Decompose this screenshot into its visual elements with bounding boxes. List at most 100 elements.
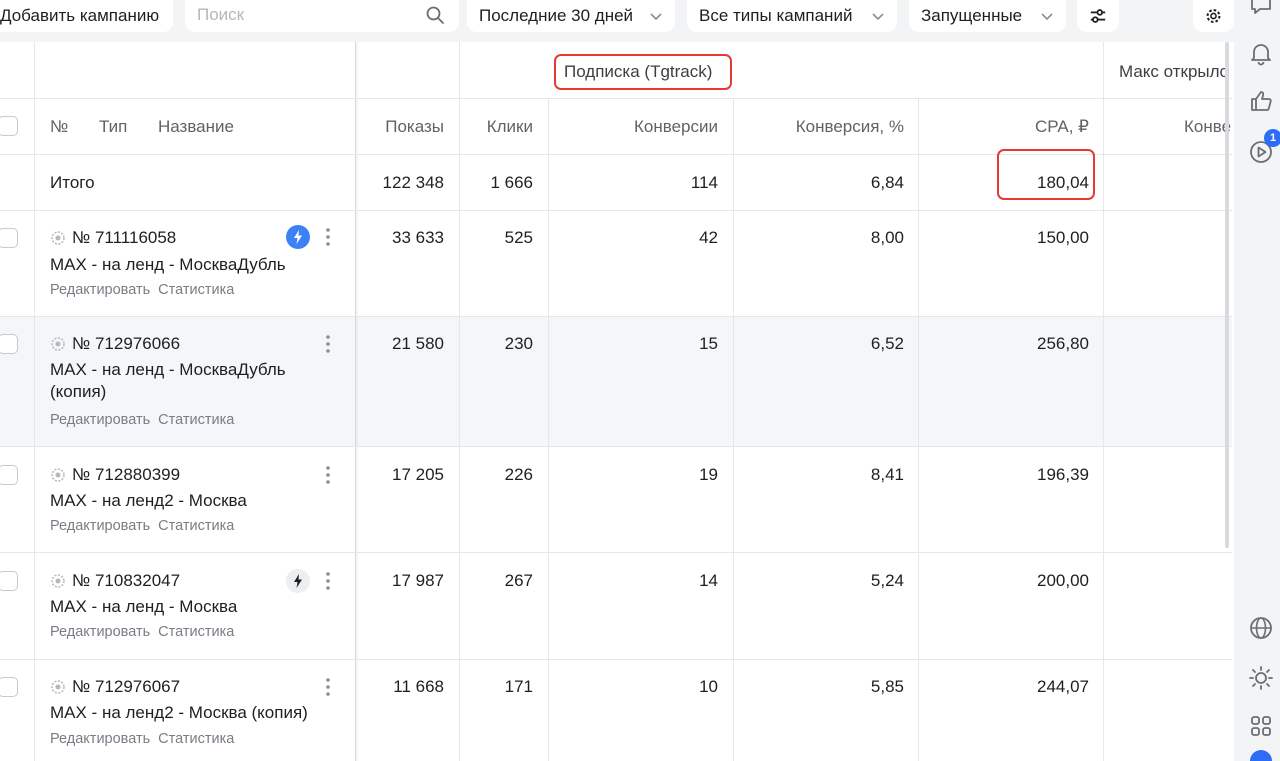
column-header-cpa[interactable]: CPA, ₽ bbox=[919, 117, 1089, 137]
impressions-value: 17 987 bbox=[392, 571, 444, 590]
edit-link[interactable]: Редактировать bbox=[50, 624, 150, 640]
stats-link[interactable]: Статистика bbox=[158, 518, 234, 534]
filter-settings-button[interactable] bbox=[1077, 0, 1119, 32]
cpa-value: 150,00 bbox=[1037, 228, 1089, 247]
row-checkbox[interactable] bbox=[0, 228, 18, 248]
gear-icon bbox=[1206, 9, 1221, 23]
stats-link[interactable]: Статистика bbox=[158, 412, 234, 428]
sliders-icon bbox=[1090, 9, 1106, 23]
notification-badge: 1 bbox=[1264, 129, 1280, 147]
campaign-id[interactable]: № 712880399 bbox=[50, 465, 180, 485]
column-header-impressions[interactable]: Показы bbox=[359, 117, 444, 137]
total-impressions: 122 348 bbox=[382, 173, 444, 192]
search-placeholder: Поиск bbox=[197, 5, 245, 24]
conversion-rate-value: 5,24 bbox=[870, 571, 904, 590]
campaign-name[interactable]: MAX - на ленд2 - Москва bbox=[50, 490, 340, 512]
highlight-box-group-header bbox=[554, 54, 732, 90]
conversions-value: 19 bbox=[699, 465, 718, 484]
settings-button[interactable] bbox=[1193, 0, 1234, 32]
column-header-number[interactable]: № bbox=[50, 117, 68, 137]
campaign-name[interactable]: MAX - на ленд2 - Москва (копия) bbox=[50, 702, 340, 724]
chevron-down-icon bbox=[872, 13, 884, 21]
highlight-box-total-cpa bbox=[997, 149, 1095, 200]
campaign-name[interactable]: MAX - на ленд - МоскваДубль (копия) bbox=[50, 359, 310, 403]
clicks-value: 230 bbox=[504, 334, 533, 353]
globe-icon[interactable] bbox=[1248, 615, 1274, 641]
stats-link[interactable]: Статистика bbox=[158, 282, 234, 298]
campaign-name[interactable]: MAX - на ленд - Москва bbox=[50, 596, 340, 618]
campaign-name[interactable]: MAX - на ленд - МоскваДубль bbox=[50, 254, 340, 276]
campaign-id[interactable]: № 711116058 bbox=[50, 228, 176, 248]
stats-link[interactable]: Статистика bbox=[158, 624, 234, 640]
cpa-value: 196,39 bbox=[1037, 465, 1089, 484]
row-checkbox[interactable] bbox=[0, 677, 18, 697]
like-icon[interactable] bbox=[1248, 88, 1274, 114]
clicks-value: 525 bbox=[504, 228, 533, 247]
row-checkbox[interactable] bbox=[0, 465, 18, 485]
target-icon bbox=[51, 468, 65, 482]
right-sidebar bbox=[1234, 0, 1280, 761]
column-header-conversions[interactable]: Конверсии bbox=[549, 117, 718, 137]
row-checkbox[interactable] bbox=[0, 571, 18, 591]
edit-link[interactable]: Редактировать bbox=[50, 518, 150, 534]
edit-link[interactable]: Редактировать bbox=[50, 412, 150, 428]
target-icon bbox=[51, 680, 65, 694]
kebab-menu-icon[interactable] bbox=[321, 333, 335, 355]
row-links: Редактировать Статистика bbox=[50, 624, 242, 640]
campaign-types-select[interactable]: Все типы кампаний bbox=[687, 0, 897, 32]
edit-link[interactable]: Редактировать bbox=[50, 731, 150, 747]
select-all-checkbox[interactable] bbox=[0, 116, 18, 136]
column-header-clicks[interactable]: Клики bbox=[460, 117, 533, 137]
edit-link[interactable]: Редактировать bbox=[50, 282, 150, 298]
column-header-conv2[interactable]: Конве bbox=[1184, 117, 1231, 137]
impressions-value: 17 205 bbox=[392, 465, 444, 484]
chat-icon[interactable] bbox=[1248, 0, 1274, 18]
cpa-value: 200,00 bbox=[1037, 571, 1089, 590]
total-conversions: 114 bbox=[690, 173, 718, 192]
kebab-menu-icon[interactable] bbox=[321, 464, 335, 486]
row-links: Редактировать Статистика bbox=[50, 518, 242, 534]
period-select[interactable]: Последние 30 дней bbox=[467, 0, 675, 32]
conversions-value: 15 bbox=[699, 334, 718, 353]
status-select[interactable]: Запущенные bbox=[909, 0, 1066, 32]
column-header-name[interactable]: Название bbox=[158, 117, 234, 137]
row-checkbox[interactable] bbox=[0, 334, 18, 354]
column-header-type[interactable]: Тип bbox=[99, 117, 127, 137]
conversions-value: 10 bbox=[699, 677, 718, 696]
autostrategy-icon[interactable] bbox=[286, 225, 310, 249]
vertical-scrollbar[interactable] bbox=[1225, 42, 1229, 548]
status-label: Запущенные bbox=[921, 6, 1023, 25]
row-links: Редактировать Статистика bbox=[50, 412, 242, 428]
autostrategy-icon[interactable] bbox=[286, 569, 310, 593]
target-icon bbox=[51, 337, 65, 351]
toolbar: Добавить кампанию Поиск Последние 30 дне… bbox=[0, 0, 1234, 42]
search-icon[interactable] bbox=[425, 5, 445, 25]
sun-icon[interactable] bbox=[1248, 665, 1274, 691]
conversion-rate-value: 8,00 bbox=[870, 228, 904, 247]
kebab-menu-icon[interactable] bbox=[321, 226, 335, 248]
kebab-menu-icon[interactable] bbox=[321, 676, 335, 698]
add-campaign-button[interactable]: Добавить кампанию bbox=[0, 0, 173, 32]
campaign-id[interactable]: № 712976067 bbox=[50, 677, 180, 697]
target-icon bbox=[51, 574, 65, 588]
apps-icon[interactable] bbox=[1248, 713, 1274, 739]
total-conversion-rate: 6,84 bbox=[870, 173, 904, 192]
stats-link[interactable]: Статистика bbox=[158, 731, 234, 747]
campaign-id[interactable]: № 712976066 bbox=[50, 334, 180, 354]
search-input[interactable]: Поиск bbox=[185, 0, 459, 32]
bell-icon[interactable] bbox=[1248, 40, 1274, 66]
conversion-rate-value: 8,41 bbox=[870, 465, 904, 484]
conversion-rate-value: 5,85 bbox=[870, 677, 904, 696]
avatar[interactable] bbox=[1250, 750, 1272, 761]
campaign-id[interactable]: № 710832047 bbox=[50, 571, 180, 591]
clicks-value: 267 bbox=[504, 571, 533, 590]
cpa-value: 256,80 bbox=[1037, 334, 1089, 353]
total-label: Итого bbox=[50, 173, 95, 192]
total-clicks: 1 666 bbox=[490, 173, 533, 192]
conversions-value: 42 bbox=[699, 228, 718, 247]
column-header-conversion-rate[interactable]: Конверсия, % bbox=[734, 117, 904, 137]
impressions-value: 33 633 bbox=[392, 228, 444, 247]
conversion-rate-value: 6,52 bbox=[870, 334, 904, 353]
kebab-menu-icon[interactable] bbox=[321, 570, 335, 592]
cpa-value: 244,07 bbox=[1037, 677, 1089, 696]
